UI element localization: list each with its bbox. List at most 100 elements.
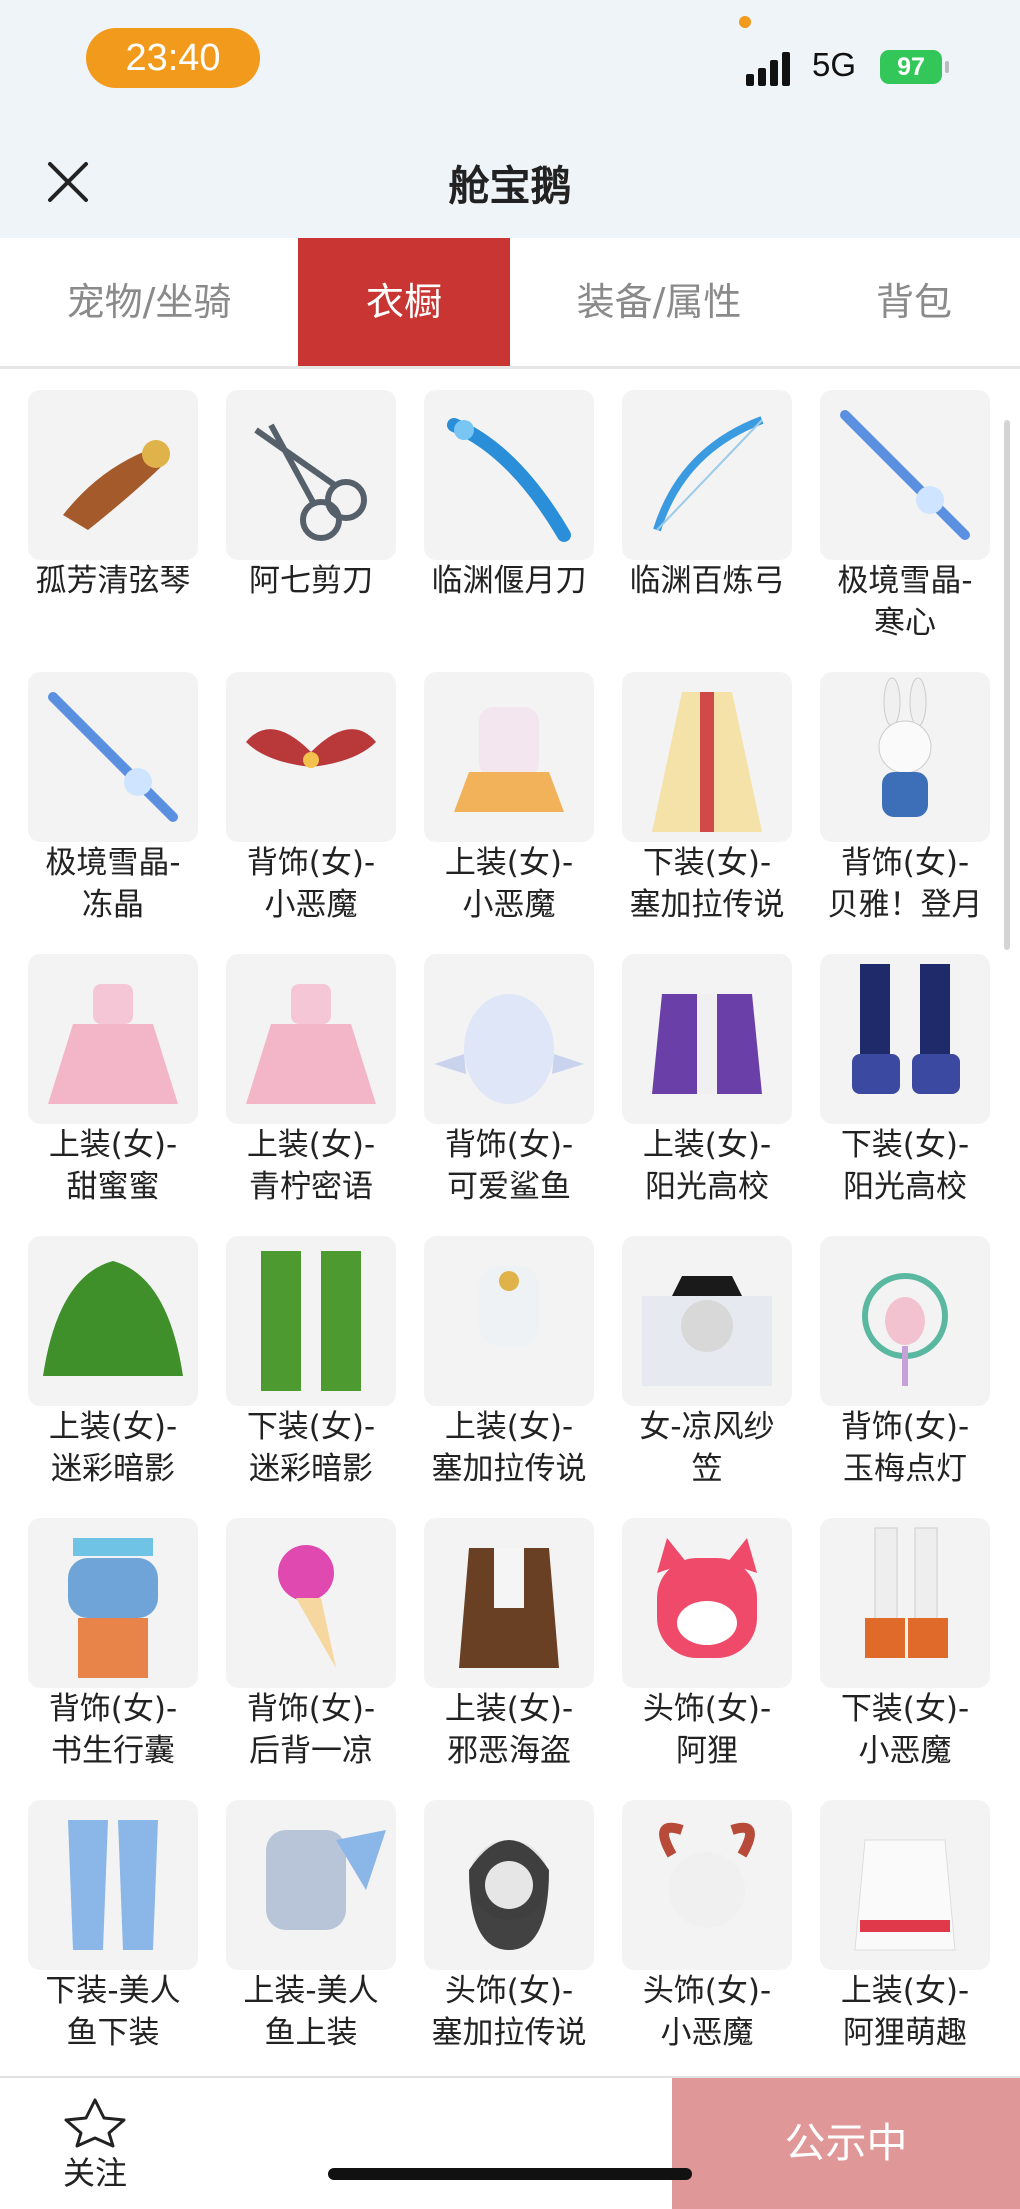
item-label-line2: 邪恶海盗 <box>447 1733 571 1769</box>
battery-icon: 97 <box>880 50 942 84</box>
wardrobe-item[interactable]: 临渊偃月刀 <box>424 368 622 650</box>
horns-head-icon <box>659 1822 755 1928</box>
wardrobe-item[interactable]: 背饰(女)- 贝雅！登月 <box>820 650 1018 932</box>
item-label-line1: 背饰(女)- <box>840 845 970 881</box>
item-label-line1: 上装(女)- <box>246 1127 376 1163</box>
item-label: 极境雪晶- 寒心 <box>806 560 1004 644</box>
item-label-line2: 塞加拉传说 <box>629 887 785 923</box>
item-label-line2: 后背一凉 <box>249 1733 373 1769</box>
item-thumbnail <box>622 390 792 560</box>
scrollbar[interactable] <box>1004 420 1010 950</box>
ice-sword-icon <box>840 410 970 540</box>
item-label-line2: 冻晶 <box>82 887 144 923</box>
item-label-line1: 下装-美人 <box>45 1973 181 2009</box>
item-label: 下装(女)- 塞加拉传说 <box>608 842 806 926</box>
item-label-line2: 鱼上装 <box>264 2015 358 2051</box>
status-time: 23:40 <box>86 28 260 88</box>
wardrobe-item[interactable]: 上装(女)- 阿狸萌趣 <box>820 1778 1018 2060</box>
item-label-line2: 笠 <box>691 1451 723 1487</box>
bunny-icon <box>878 677 932 817</box>
veil-hat-icon <box>642 1276 772 1386</box>
item-thumbnail <box>424 390 594 560</box>
item-label-line1: 上装(女)- <box>48 1127 178 1163</box>
battery-cap <box>945 61 949 73</box>
wardrobe-item[interactable]: 上装-美人鱼上装 <box>226 1778 424 2060</box>
item-label: 上装(女)- 阳光高校 <box>608 1124 806 1208</box>
item-label-line2: 玉梅点灯 <box>843 1451 967 1487</box>
item-label-line1: 女-凉风纱 <box>639 1409 775 1445</box>
robe-icon <box>652 692 762 832</box>
item-label: 女-凉风纱笠 <box>608 1406 806 1490</box>
item-thumbnail <box>424 1236 594 1406</box>
wardrobe-item[interactable]: 背饰(女)- 小恶魔 <box>226 650 424 932</box>
wardrobe-item[interactable]: 上装(女)- 迷彩暗影 <box>28 1214 226 1496</box>
wardrobe-item[interactable]: 背饰(女)- 书生行囊 <box>28 1496 226 1778</box>
item-label-line2: 塞加拉传说 <box>431 1451 587 1487</box>
wardrobe-item[interactable]: 上装(女)- 甜蜜蜜 <box>28 932 226 1214</box>
mermaid-top-icon <box>266 1830 386 1930</box>
item-label-line1: 阿七剪刀 <box>249 563 373 599</box>
item-label-line1: 背饰(女)- <box>246 845 376 881</box>
item-label: 背饰(女)- 小恶魔 <box>212 842 410 926</box>
item-label-line1: 上装(女)- <box>444 845 574 881</box>
wardrobe-item[interactable]: 孤芳清弦琴 <box>28 368 226 650</box>
wardrobe-item[interactable]: 上装(女)- 小恶魔 <box>424 650 622 932</box>
item-label-line1: 下装(女)- <box>246 1409 376 1445</box>
tab-wardrobe[interactable]: 衣橱 <box>298 238 510 366</box>
wardrobe-item[interactable]: 上装(女)- 塞加拉传说 <box>424 1214 622 1496</box>
item-label-line2: 迷彩暗影 <box>249 1451 373 1487</box>
item-thumbnail <box>28 954 198 1124</box>
tab-backpack[interactable]: 背包 <box>808 238 1020 366</box>
item-label-line1: 临渊百炼弓 <box>629 563 785 599</box>
wardrobe-item[interactable]: 上装(女)- 邪恶海盗 <box>424 1496 622 1778</box>
item-label-line1: 上装(女)- <box>48 1409 178 1445</box>
follow-button[interactable]: 关注 <box>40 2096 150 2196</box>
wardrobe-item[interactable]: 阿七剪刀 <box>226 368 424 650</box>
network-type: 5G <box>812 46 857 83</box>
wardrobe-grid: 孤芳清弦琴 阿七剪刀 临渊偃月刀 临渊百炼弓 极境雪晶- 寒心极境雪晶- 冻晶 背饰(女)- 小… <box>0 368 1020 2076</box>
wardrobe-item[interactable]: 女-凉风纱笠 <box>622 1214 820 1496</box>
tab-equipment[interactable]: 装备/属性 <box>510 238 808 366</box>
wardrobe-item[interactable]: 上装(女)- 阳光高校 <box>622 932 820 1214</box>
wardrobe-item[interactable]: 头饰(女)- 小恶魔 <box>622 1778 820 2060</box>
item-label: 头饰(女)- 塞加拉传说 <box>410 1970 608 2054</box>
item-label-line1: 下装(女)- <box>840 1127 970 1163</box>
item-label: 背饰(女)- 玉梅点灯 <box>806 1406 1004 1490</box>
dress-icon <box>48 984 178 1104</box>
wardrobe-item[interactable]: 临渊百炼弓 <box>622 368 820 650</box>
wardrobe-item[interactable]: 背饰(女)- 后背一凉 <box>226 1496 424 1778</box>
wardrobe-item[interactable]: 下装(女)- 阳光高校 <box>820 932 1018 1214</box>
item-label: 头饰(女)- 小恶魔 <box>608 1970 806 2054</box>
item-label: 临渊偃月刀 <box>410 560 608 602</box>
item-thumbnail <box>28 1800 198 1970</box>
wardrobe-item[interactable]: 头饰(女)- 阿狸 <box>622 1496 820 1778</box>
item-label-line1: 上装-美人 <box>243 1973 379 2009</box>
wardrobe-item[interactable]: 上装(女)- 青柠密语 <box>226 932 424 1214</box>
item-label-line1: 头饰(女)- <box>444 1973 574 2009</box>
public-status-button[interactable]: 公示中 <box>672 2078 1020 2209</box>
mermaid-pants-icon <box>68 1820 158 1950</box>
item-thumbnail <box>28 672 198 842</box>
wardrobe-item[interactable]: 背饰(女)- 可爱鲨鱼 <box>424 932 622 1214</box>
fox-head-icon <box>657 1538 757 1658</box>
wardrobe-item[interactable]: 极境雪晶- 冻晶 <box>28 650 226 932</box>
wardrobe-item[interactable]: 下装(女)- 迷彩暗影 <box>226 1214 424 1496</box>
item-label: 上装-美人鱼上装 <box>212 1970 410 2054</box>
wardrobe-item[interactable]: 下装(女)- 小恶魔 <box>820 1496 1018 1778</box>
wardrobe-item[interactable]: 极境雪晶- 寒心 <box>820 368 1018 650</box>
wardrobe-item[interactable]: 头饰(女)- 塞加拉传说 <box>424 1778 622 2060</box>
wardrobe-item[interactable]: 背饰(女)- 玉梅点灯 <box>820 1214 1018 1496</box>
wardrobe-item[interactable]: 下装(女)- 塞加拉传说 <box>622 650 820 932</box>
item-thumbnail <box>28 1236 198 1406</box>
wardrobe-item[interactable]: 下装-美人 鱼下装 <box>28 1778 226 2060</box>
ice-sword-icon <box>48 692 178 822</box>
item-label-line2: 阳光高校 <box>843 1169 967 1205</box>
boots-icon <box>852 964 960 1094</box>
tab-pets-mounts[interactable]: 宠物/坐骑 <box>0 238 298 366</box>
item-thumbnail <box>820 390 990 560</box>
icecream-icon <box>278 1545 336 1668</box>
item-thumbnail <box>226 954 396 1124</box>
item-label-line2: 甜蜜蜜 <box>66 1169 160 1205</box>
item-label: 上装(女)- 迷彩暗影 <box>14 1406 212 1490</box>
item-label-line2: 青柠密语 <box>249 1169 373 1205</box>
